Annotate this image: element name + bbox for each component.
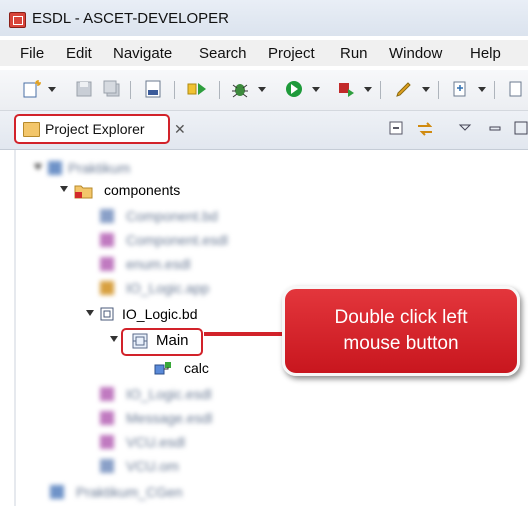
toolbar-separator: [130, 81, 131, 99]
tree-item-label: IO_Logic.app: [126, 280, 210, 296]
tree-item-label: Component.esdl: [126, 232, 228, 248]
expand-toggle[interactable]: [34, 164, 42, 170]
link-with-editor-icon[interactable]: [416, 120, 432, 136]
menu-bar: File Edit Navigate Search Project Run Wi…: [0, 40, 528, 66]
tree-item-label: IO_Logic.bd: [122, 306, 198, 322]
project-explorer-icon: [23, 122, 40, 137]
external-tools-icon[interactable]: [336, 79, 358, 99]
save-all-icon[interactable]: [102, 79, 122, 99]
tab-label: Project Explorer: [45, 121, 145, 137]
pen-dropdown-icon[interactable]: [422, 87, 430, 92]
run-dropdown-icon[interactable]: [312, 87, 320, 92]
build-icon[interactable]: [186, 79, 210, 99]
tree-item[interactable]: IO_Logic.app: [100, 278, 270, 298]
tree-item-calc[interactable]: calc: [154, 358, 234, 378]
toolbar-separator: [219, 81, 220, 99]
tree-item-label: Praktikum: [68, 160, 131, 176]
tree-item-label: Component.bd: [126, 208, 218, 224]
binary-icon[interactable]: [143, 79, 163, 99]
tree-item[interactable]: Praktikum_CGen: [50, 482, 240, 502]
window-title: ESDL - ASCET-DEVELOPER: [32, 10, 230, 27]
debug-dropdown-icon[interactable]: [258, 87, 266, 92]
callout-pointer: [204, 332, 284, 336]
maximize-icon[interactable]: [514, 120, 528, 136]
minimize-icon[interactable]: [488, 120, 504, 136]
tree-item-project-root[interactable]: Praktikum: [34, 158, 174, 178]
title-bar: ESDL - ASCET-DEVELOPER: [0, 0, 528, 36]
run-icon[interactable]: [284, 79, 304, 99]
menu-window[interactable]: Window: [389, 45, 442, 62]
new-icon[interactable]: [22, 79, 42, 99]
tree-item[interactable]: VCU.esdl: [100, 432, 270, 452]
external-tools-dropdown-icon[interactable]: [364, 87, 372, 92]
tab-close-icon[interactable]: ✕: [174, 121, 186, 138]
menu-run[interactable]: Run: [340, 45, 368, 62]
new-dropdown-icon[interactable]: [48, 87, 56, 92]
file-icon: [100, 387, 114, 401]
file-icon: [100, 209, 114, 223]
file-icon: [100, 435, 114, 449]
main-toolbar: [0, 70, 528, 111]
toolbar-separator: [494, 81, 495, 99]
menu-help[interactable]: Help: [470, 45, 501, 62]
tree-item-label: VCU.esdl: [126, 434, 186, 450]
view-tab-bar: Project Explorer: [0, 111, 528, 150]
tree-item[interactable]: enum.esdl: [100, 254, 270, 274]
instruction-callout: Double click left mouse button: [282, 286, 520, 376]
tree-item[interactable]: Component.bd: [100, 206, 270, 226]
toolbar-separator: [438, 81, 439, 99]
file-icon: [100, 281, 114, 295]
callout-line-1: Double click left: [334, 307, 468, 328]
menu-project[interactable]: Project: [268, 45, 315, 62]
collapse-all-icon[interactable]: [388, 120, 404, 136]
app-icon: [9, 12, 26, 28]
next-annotation-dropdown-icon[interactable]: [478, 87, 486, 92]
tree-item-label: Praktikum_CGen: [76, 484, 183, 500]
project-icon: [50, 485, 64, 499]
menu-file[interactable]: File: [20, 45, 44, 62]
menu-navigate[interactable]: Navigate: [113, 45, 172, 62]
debug-icon[interactable]: [230, 79, 250, 99]
tree-item[interactable]: IO_Logic.esdl: [100, 384, 270, 404]
tree-item-label: VCU.om: [126, 458, 179, 474]
block-diagram-icon: [100, 307, 114, 321]
tab-project-explorer[interactable]: Project Explorer: [14, 114, 170, 144]
tree-item-label: components: [104, 182, 181, 198]
prev-annotation-icon[interactable]: [506, 79, 526, 99]
expand-toggle[interactable]: [110, 336, 118, 342]
menu-edit[interactable]: Edit: [66, 45, 92, 62]
project-icon: [48, 161, 62, 175]
tree-item-label: calc: [184, 360, 209, 376]
method-icon: [154, 362, 171, 375]
tree-item[interactable]: VCU.om: [100, 456, 270, 476]
callout-line-2: mouse button: [343, 333, 459, 354]
toolbar-separator: [380, 81, 381, 99]
tree-item-io-logic[interactable]: IO_Logic.bd: [86, 304, 226, 324]
main-highlight-box: [121, 328, 203, 356]
save-icon[interactable]: [74, 79, 94, 99]
tree-item-label: enum.esdl: [126, 256, 191, 272]
tree-item-label: Message.esdl: [126, 410, 213, 426]
expand-toggle[interactable]: [60, 186, 68, 192]
menu-search[interactable]: Search: [199, 45, 247, 62]
pen-icon[interactable]: [394, 79, 414, 99]
file-icon: [100, 411, 114, 425]
file-icon: [100, 459, 114, 473]
next-annotation-icon[interactable]: [450, 79, 470, 99]
toolbar-separator: [174, 81, 175, 99]
file-icon: [100, 233, 114, 247]
tree-item-components[interactable]: components: [60, 180, 210, 200]
folder-icon: [74, 185, 93, 199]
tree-item[interactable]: Message.esdl: [100, 408, 270, 428]
tree-item[interactable]: Component.esdl: [100, 230, 270, 250]
tree-item-label: IO_Logic.esdl: [126, 386, 212, 402]
file-icon: [100, 257, 114, 271]
expand-toggle[interactable]: [86, 310, 94, 316]
view-menu-icon[interactable]: [458, 120, 474, 136]
